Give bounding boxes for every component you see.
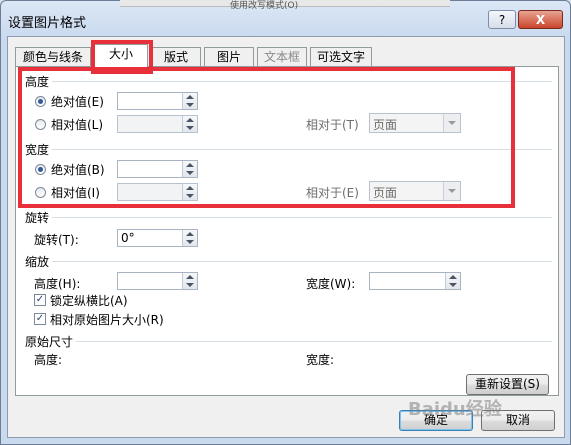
height-absolute-radio[interactable]: [35, 96, 46, 107]
width-relative-input[interactable]: [117, 183, 198, 201]
tab-text-box[interactable]: 文本框: [257, 47, 307, 66]
rotation-section-title: 旋转: [25, 211, 50, 225]
background-app-strip: 使用改写模式(O): [120, 0, 450, 11]
width-relative-to-select[interactable]: 页面: [369, 181, 461, 201]
scale-height-label: 高度(H):: [34, 277, 81, 291]
width-section-title: 宽度: [25, 143, 50, 157]
relative-original-label: 相对原始图片大小(R): [50, 313, 164, 327]
height-relative-spinner[interactable]: [182, 116, 197, 132]
tab-layout[interactable]: 版式: [151, 47, 201, 66]
rotation-value: 0°: [121, 231, 135, 245]
tab-size[interactable]: 大小: [94, 44, 148, 67]
original-size-section-divider: [76, 341, 552, 342]
relative-original-checkbox[interactable]: ✓: [34, 313, 46, 325]
original-size-section-title: 原始尺寸: [25, 335, 74, 349]
lock-aspect-checkbox[interactable]: ✓: [34, 294, 46, 306]
tab-colors-lines[interactable]: 颜色与线条: [15, 47, 91, 66]
height-section-title: 高度: [25, 75, 50, 89]
height-absolute-label: 绝对值(E): [51, 95, 104, 109]
scale-width-input[interactable]: [369, 272, 461, 290]
background-app-label: 使用改写模式(O): [230, 1, 299, 11]
tab-picture[interactable]: 图片: [204, 47, 254, 66]
height-absolute-input[interactable]: [117, 92, 198, 110]
help-button[interactable]: ?: [488, 10, 516, 29]
close-button[interactable]: X: [518, 10, 563, 29]
tab-alt-text[interactable]: 可选文字: [310, 47, 372, 66]
dialog-title: 设置图片格式: [8, 16, 87, 31]
height-relative-input[interactable]: [117, 115, 198, 133]
rotation-input[interactable]: 0°: [117, 229, 198, 247]
height-relative-to-label: 相对于(T): [306, 118, 359, 132]
width-relative-spinner[interactable]: [182, 184, 197, 200]
width-relative-label: 相对值(I): [51, 186, 100, 200]
width-absolute-spinner[interactable]: [182, 161, 197, 177]
width-absolute-input[interactable]: [117, 160, 198, 178]
rotation-section-divider: [52, 217, 552, 218]
width-relative-to-label: 相对于(E): [306, 186, 359, 200]
width-section-divider: [52, 149, 552, 150]
height-relative-radio[interactable]: [35, 119, 46, 130]
scale-section-divider: [52, 261, 552, 262]
lock-aspect-label: 锁定纵横比(A): [50, 294, 128, 308]
width-relative-to-value: 页面: [373, 186, 398, 200]
width-relative-radio[interactable]: [35, 187, 46, 198]
original-height-label: 高度:: [34, 353, 63, 367]
height-absolute-spinner[interactable]: [182, 93, 197, 109]
rotation-label: 旋转(T):: [34, 233, 79, 247]
height-relative-to-value: 页面: [373, 118, 398, 132]
width-absolute-radio[interactable]: [35, 164, 46, 175]
watermark: Baidu经验: [408, 399, 502, 420]
chevron-down-icon[interactable]: [443, 182, 460, 200]
height-relative-to-select[interactable]: 页面: [369, 113, 461, 133]
height-relative-label: 相对值(L): [51, 118, 104, 132]
scale-height-spinner[interactable]: [182, 273, 197, 289]
height-section-divider: [52, 81, 552, 82]
scale-height-input[interactable]: [117, 272, 198, 290]
scale-section-title: 缩放: [25, 255, 50, 269]
chevron-down-icon[interactable]: [443, 114, 460, 132]
reset-button[interactable]: 重新设置(S): [466, 374, 549, 395]
width-absolute-label: 绝对值(B): [51, 163, 105, 177]
original-width-label: 宽度:: [306, 353, 335, 367]
rotation-spinner[interactable]: [182, 230, 197, 246]
scale-width-label: 宽度(W):: [306, 277, 356, 291]
scale-width-spinner[interactable]: [445, 273, 460, 289]
